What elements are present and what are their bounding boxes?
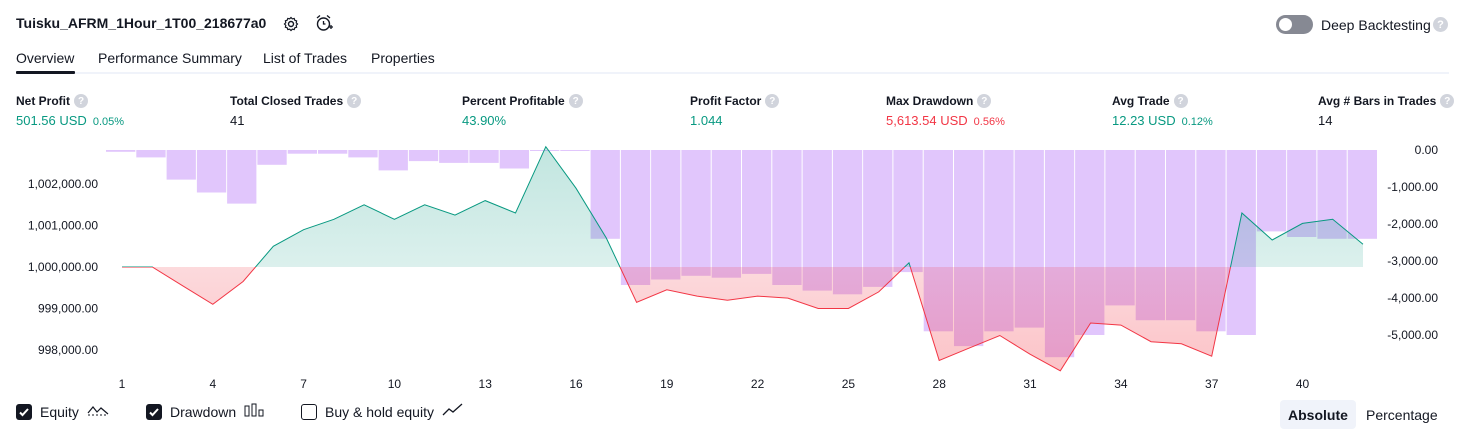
info-icon[interactable]: ? (1440, 94, 1455, 108)
drawdown-bar (772, 150, 802, 285)
equity-line-icon (87, 403, 109, 420)
right-axis-tick-label: -5,000.00 (1387, 328, 1438, 342)
x-axis-tick-label: 31 (1023, 377, 1037, 391)
drawdown-bar (227, 150, 257, 204)
stat-avg-trade-label: Avg Trade? (1112, 94, 1188, 108)
legend-buy-hold-label: Buy & hold equity (325, 403, 434, 420)
alarm-add-icon[interactable] (314, 13, 334, 33)
stat-max-drawdown-value: 5,613.54 USD 0.56% (886, 113, 1005, 128)
drawdown-bar (408, 150, 439, 162)
stat-percent-profitable-label: Percent Profitable? (462, 94, 583, 108)
stat-net-profit-label: Net Profit? (16, 94, 88, 108)
stat-percent-profitable-value: 43.90% (462, 113, 507, 128)
tab-overview[interactable]: Overview (16, 50, 74, 66)
drawdown-bar (681, 150, 711, 276)
x-axis-tick-label: 37 (1205, 377, 1219, 391)
x-axis-tick-label: 40 (1296, 377, 1310, 391)
stat-net-profit-value: 501.56 USD 0.05% (16, 113, 125, 128)
x-axis-tick-label: 7 (300, 377, 307, 391)
equity-checkbox[interactable] (16, 403, 32, 420)
right-axis-tick-label: -1,000.00 (1387, 180, 1438, 194)
drawdown-bar (287, 150, 317, 154)
drawdown-bar (711, 150, 741, 278)
right-axis-tick-label: 0.00 (1415, 143, 1439, 157)
x-axis-tick-label: 16 (569, 377, 583, 391)
equity-drawdown-chart[interactable]: 1,002,000.00 1,001,000.00 1,000,000.00 999,… (0, 140, 1466, 395)
drawdown-bar (196, 150, 227, 193)
drawdown-bar (560, 150, 590, 151)
gear-icon[interactable] (281, 14, 301, 34)
stat-avg-bars-label: Avg # Bars in Trades? (1318, 94, 1455, 108)
x-axis-tick-label: 22 (751, 377, 765, 391)
deep-backtesting-label: Deep Backtesting (1321, 17, 1431, 33)
x-axis-tick-label: 25 (842, 377, 856, 391)
legend-drawdown[interactable]: Drawdown (146, 403, 264, 420)
left-axis-tick-label: 998,000.00 (38, 343, 98, 357)
drawdown-bar (620, 150, 651, 285)
drawdown-bar (893, 150, 923, 273)
help-icon[interactable]: ? (1433, 17, 1448, 32)
tabs-divider (16, 72, 1449, 74)
x-axis-tick-label: 10 (388, 377, 402, 391)
stat-total-closed-trades-value: 41 (230, 113, 245, 128)
x-axis-tick-label: 13 (479, 377, 493, 391)
stat-avg-trade-value: 12.23 USD 0.12% (1112, 113, 1213, 128)
stat-profit-factor-label: Profit Factor? (690, 94, 780, 108)
toggle-knob (1279, 18, 1292, 31)
drawdown-bar (348, 150, 378, 158)
percentage-button[interactable]: Percentage (1358, 400, 1446, 429)
strategy-title: Tuisku_AFRM_1Hour_1T00_218677a0 (16, 15, 267, 31)
stat-total-closed-trades-label: Total Closed Trades? (230, 94, 362, 108)
right-axis-tick-label: -4,000.00 (1387, 291, 1438, 305)
right-axis-tick-label: -3,000.00 (1387, 254, 1438, 268)
drawdown-bar (863, 150, 893, 287)
legend-equity[interactable]: Equity (16, 403, 109, 420)
drawdown-bar (378, 150, 408, 171)
info-icon[interactable]: ? (977, 94, 992, 108)
drawdown-bar (257, 150, 287, 165)
x-axis-tick-label: 4 (209, 377, 216, 391)
legend-equity-label: Equity (40, 403, 79, 420)
buy-hold-checkbox[interactable] (301, 403, 317, 420)
absolute-button[interactable]: Absolute (1280, 400, 1356, 429)
buy-hold-line-icon (442, 403, 464, 420)
tab-active-indicator (16, 71, 75, 74)
info-icon[interactable]: ? (347, 94, 362, 108)
drawdown-bar (469, 150, 499, 163)
drawdown-checkbox[interactable] (146, 403, 162, 420)
drawdown-bar (136, 150, 166, 158)
tab-performance-summary[interactable]: Performance Summary (98, 50, 242, 66)
drawdown-bar (651, 150, 681, 280)
drawdown-bar (318, 150, 348, 154)
left-axis-tick-label: 1,000,000.00 (28, 260, 98, 274)
tab-properties[interactable]: Properties (371, 50, 435, 66)
info-icon[interactable]: ? (74, 94, 88, 108)
right-axis-tick-label: -2,000.00 (1387, 217, 1438, 231)
drawdown-bar (499, 150, 529, 169)
left-axis-tick-label: 1,002,000.00 (28, 177, 98, 191)
drawdown-bars-icon (244, 403, 264, 420)
x-axis-tick-label: 1 (119, 377, 126, 391)
drawdown-bar (106, 150, 136, 152)
tab-list-of-trades[interactable]: List of Trades (263, 50, 347, 66)
drawdown-bar (166, 150, 196, 180)
drawdown-bar (439, 150, 469, 163)
left-axis-tick-label: 1,001,000.00 (28, 219, 98, 233)
x-axis-tick-label: 34 (1114, 377, 1128, 391)
x-axis-tick-label: 28 (933, 377, 947, 391)
legend-buy-hold[interactable]: Buy & hold equity (301, 403, 464, 420)
stat-max-drawdown-label: Max Drawdown? (886, 94, 992, 108)
left-axis-tick-label: 999,000.00 (38, 302, 98, 316)
info-icon[interactable]: ? (765, 94, 780, 108)
drawdown-bar (1256, 150, 1287, 232)
info-icon[interactable]: ? (568, 94, 583, 108)
stat-avg-bars-value: 14 (1318, 113, 1333, 128)
info-icon[interactable]: ? (1173, 94, 1188, 108)
x-axis-tick-label: 19 (660, 377, 674, 391)
legend-drawdown-label: Drawdown (170, 403, 237, 420)
drawdown-bar (1347, 150, 1377, 239)
deep-backtesting-toggle[interactable] (1276, 15, 1313, 34)
drawdown-bar (742, 150, 772, 274)
stat-profit-factor-value: 1.044 (690, 113, 723, 128)
